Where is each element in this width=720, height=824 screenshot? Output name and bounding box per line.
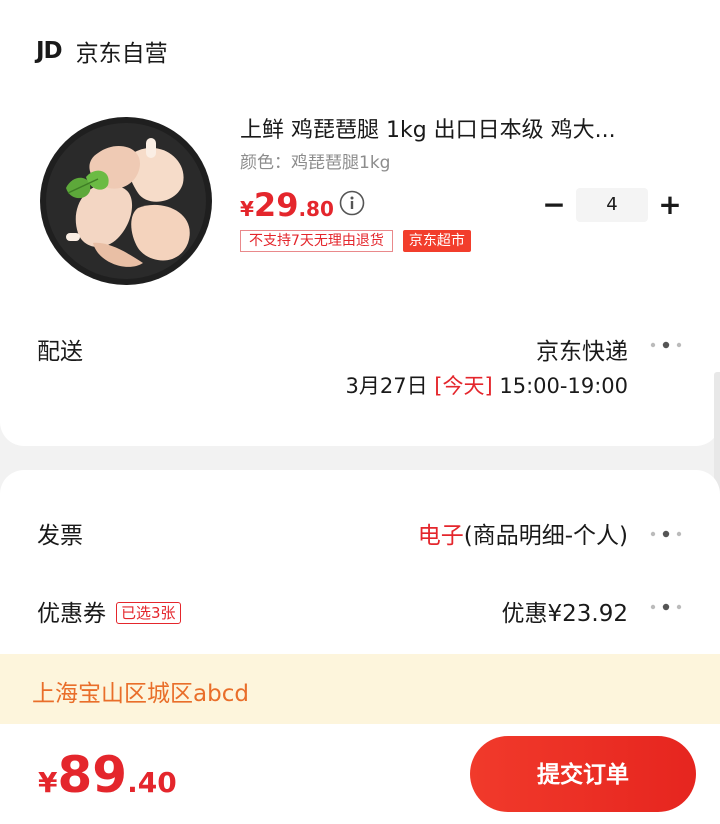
- invoice-coupon-card: 发票 电子(商品明细-个人) 优惠券 已选3张 优惠¥23.92: [0, 470, 720, 660]
- coupon-label: 优惠券: [37, 601, 106, 627]
- increase-button[interactable]: +: [656, 188, 684, 222]
- delivery-carrier[interactable]: 京东快递: [536, 332, 628, 366]
- total-symbol: ¥: [38, 766, 58, 799]
- total-integer: 89: [57, 746, 128, 804]
- jd-logo: JD: [36, 38, 63, 64]
- product-title[interactable]: 上鲜 鸡琵琶腿 1kg 出口日本级 鸡大...: [240, 112, 670, 144]
- checkout-footer: ¥ 89 .40 提交订单: [0, 724, 720, 824]
- delivery-window: 15:00-19:00: [499, 374, 628, 398]
- total-decimal: .40: [127, 766, 177, 799]
- address-text: 上海宝山区城区abcd: [32, 681, 249, 707]
- product-price: ¥ 29 .80: [240, 186, 334, 224]
- today-badge: [今天]: [434, 374, 493, 398]
- delivery-time[interactable]: 3月27日 [今天] 15:00-19:00: [346, 370, 628, 400]
- info-icon[interactable]: [339, 190, 365, 216]
- more-dots-icon[interactable]: [648, 602, 684, 612]
- invoice-type: 电子: [417, 523, 464, 549]
- delivery-label: 配送: [37, 339, 83, 365]
- coupon-selected-badge: 已选3张: [116, 602, 181, 624]
- coupon-discount[interactable]: 优惠¥23.92: [502, 594, 628, 628]
- decrease-button[interactable]: −: [540, 188, 568, 222]
- supermarket-tag: 京东超市: [402, 230, 471, 252]
- address-bar[interactable]: 上海宝山区城区abcd: [0, 654, 720, 724]
- quantity-input[interactable]: 4: [576, 188, 648, 222]
- store-header[interactable]: JD 京东自营: [36, 34, 168, 68]
- price-integer: 29: [253, 186, 299, 224]
- product-tags: 不支持7天无理由退货 京东超市: [240, 230, 471, 252]
- product-variant: 颜色：鸡琵琶腿1kg: [240, 153, 391, 173]
- coupon-row-label: 优惠券 已选3张: [37, 594, 181, 628]
- product-image[interactable]: [38, 113, 216, 287]
- price-symbol: ¥: [240, 197, 254, 221]
- store-order-card: JD 京东自营 上鲜 鸡琵琶腿 1kg 出口日本级 鸡大... 颜色：鸡琵琶腿1…: [0, 0, 720, 446]
- total-price: ¥ 89 .40: [38, 746, 177, 804]
- scroll-indicator: [714, 372, 720, 496]
- invoice-detail: (商品明细-个人): [463, 523, 628, 549]
- price-decimal: .80: [298, 197, 334, 221]
- quantity-stepper: − 4 +: [540, 188, 684, 222]
- more-dots-icon[interactable]: [648, 529, 684, 539]
- return-policy-tag: 不支持7天无理由退货: [240, 230, 393, 252]
- delivery-date: 3月27日: [345, 374, 428, 398]
- submit-order-button[interactable]: 提交订单: [470, 736, 696, 812]
- invoice-value[interactable]: 电子(商品明细-个人): [418, 516, 628, 550]
- invoice-label: 发票: [37, 523, 83, 549]
- more-dots-icon[interactable]: [648, 340, 684, 350]
- store-name: 京东自营: [75, 41, 168, 67]
